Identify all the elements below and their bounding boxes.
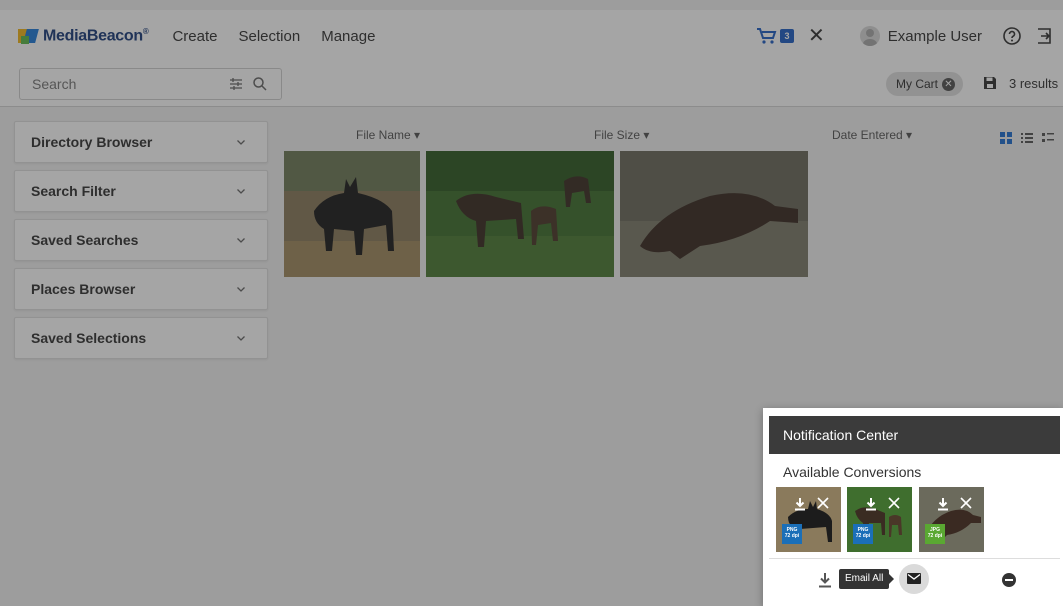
close-icon[interactable] — [959, 496, 973, 510]
conversion-dpi: 72 dpi — [927, 533, 943, 539]
download-all-icon[interactable] — [818, 572, 832, 588]
close-icon[interactable] — [887, 496, 901, 510]
conversion-format-badge: PNG 72 dpi — [853, 524, 873, 544]
notification-footer: Email All — [769, 558, 1060, 599]
conversion-item-1[interactable]: PNG 72 dpi — [776, 487, 841, 552]
app-window: MediaBeacon® Create Selection Manage 3 ✕… — [0, 0, 1063, 606]
conversion-dpi: 72 dpi — [855, 533, 871, 539]
download-icon[interactable] — [794, 497, 806, 511]
conversion-format-badge: PNG 72 dpi — [782, 524, 802, 544]
dismiss-all-icon[interactable] — [1002, 573, 1016, 587]
conversion-format-badge: JPG 72 dpi — [925, 524, 945, 544]
notification-center: Notification Center Available Conversion… — [763, 408, 1063, 606]
available-conversions-heading: Available Conversions — [783, 464, 922, 480]
conversion-dpi: 72 dpi — [784, 533, 800, 539]
close-icon[interactable] — [816, 496, 830, 510]
download-icon[interactable] — [865, 497, 877, 511]
conversion-item-2[interactable]: PNG 72 dpi — [847, 487, 912, 552]
notification-title: Notification Center — [783, 427, 899, 443]
mail-icon — [907, 573, 921, 584]
download-icon[interactable] — [937, 497, 949, 511]
email-all-button[interactable] — [899, 564, 929, 594]
email-all-tooltip: Email All — [839, 569, 895, 589]
conversion-item-3[interactable]: JPG 72 dpi — [919, 487, 984, 552]
notification-header: Notification Center — [769, 416, 1060, 454]
